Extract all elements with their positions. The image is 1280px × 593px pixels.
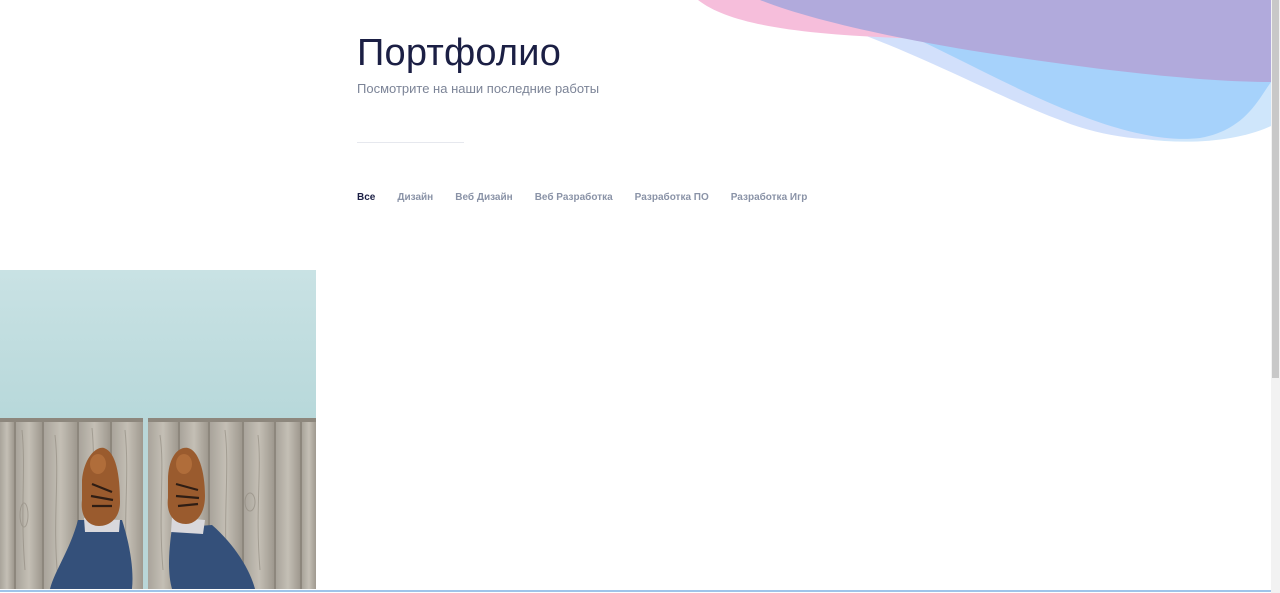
filter-software-development[interactable]: Разработка ПО bbox=[635, 191, 709, 205]
title-divider bbox=[357, 142, 464, 143]
right-shoe-toe-highlight bbox=[176, 454, 192, 474]
wave-light-blue bbox=[930, 0, 1271, 142]
portfolio-item[interactable] bbox=[0, 270, 316, 589]
bottom-border bbox=[0, 590, 1271, 592]
filter-web-design[interactable]: Веб Дизайн bbox=[455, 191, 512, 205]
filter-all[interactable]: Все bbox=[357, 191, 375, 205]
feet-on-dock-photo bbox=[0, 270, 316, 589]
scrollbar-thumb[interactable] bbox=[1272, 0, 1279, 378]
wave-purple bbox=[760, 0, 1271, 82]
filter-design[interactable]: Дизайн bbox=[397, 191, 433, 205]
filter-web-development[interactable]: Веб Разработка bbox=[535, 191, 613, 205]
filter-game-development[interactable]: Разработка Игр bbox=[731, 191, 808, 205]
wave-periwinkle bbox=[760, 0, 1250, 140]
left-shoe-toe-highlight bbox=[90, 454, 106, 474]
wave-pink bbox=[698, 0, 1271, 51]
page-title: Портфолио bbox=[357, 32, 562, 74]
portfolio-page: Портфолио Посмотрите на наши последние р… bbox=[0, 0, 1280, 593]
portfolio-filters: Все Дизайн Веб Дизайн Веб Разработка Раз… bbox=[357, 191, 807, 205]
page-subtitle: Посмотрите на наши последние работы bbox=[357, 81, 600, 96]
wave-blue bbox=[820, 0, 1271, 139]
water bbox=[0, 270, 316, 422]
dock-planks bbox=[0, 418, 316, 589]
